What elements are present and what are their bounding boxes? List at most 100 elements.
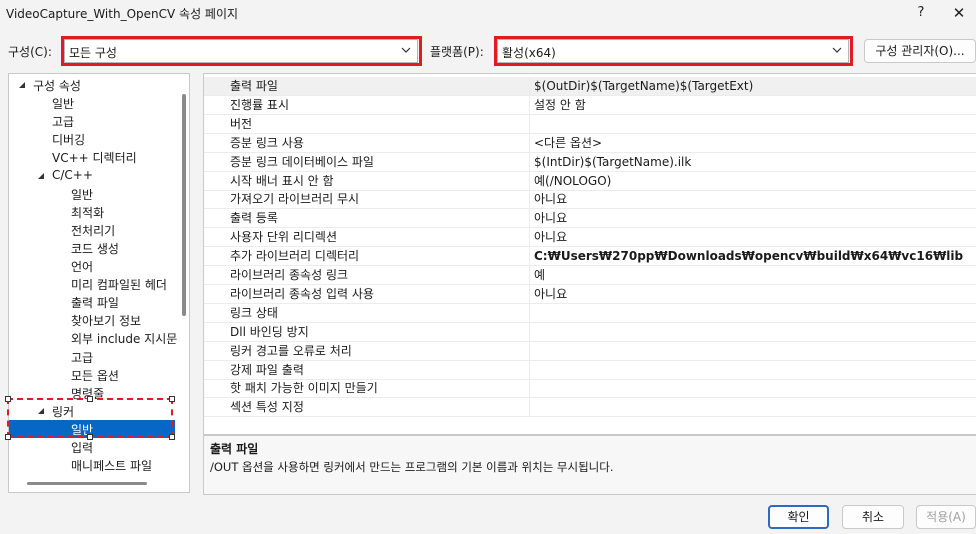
tree-item-label: 출력 파일 bbox=[71, 296, 119, 311]
tree-item-label: 고급 bbox=[52, 115, 75, 130]
property-value[interactable] bbox=[530, 361, 976, 380]
description-panel: 출력 파일 /OUT 옵션을 사용하면 링커에서 만드는 프로그램의 기본 이름… bbox=[203, 435, 976, 495]
tree-item[interactable]: 입력 bbox=[9, 438, 175, 456]
tree-item-label: 링커 bbox=[52, 404, 75, 419]
tree-item[interactable]: VC++ 디렉터리 bbox=[9, 148, 175, 166]
property-value[interactable] bbox=[530, 379, 976, 399]
expand-arrow-icon[interactable] bbox=[36, 406, 46, 416]
property-value[interactable]: C:₩Users₩270pp₩Downloads₩opencv₩build₩x6… bbox=[530, 247, 976, 267]
tree-item-label: 명령줄 bbox=[71, 386, 105, 401]
property-row[interactable]: 라이브러리 종속성 링크 예 bbox=[204, 266, 976, 285]
property-row[interactable]: 증분 링크 데이터베이스 파일 $(IntDir)$(TargetName).il… bbox=[204, 152, 976, 172]
tree-item[interactable]: 디버깅 bbox=[9, 130, 175, 148]
tree-item[interactable]: 링커 bbox=[9, 402, 175, 420]
property-row[interactable]: 증분 링크 사용 <다른 옵션> bbox=[204, 133, 976, 153]
property-row[interactable]: 링커 경고를 오류로 처리 bbox=[204, 341, 976, 361]
tree-item[interactable]: 구성 속성 bbox=[9, 76, 175, 94]
property-value[interactable] bbox=[530, 342, 976, 361]
property-name: 핫 패치 가능한 이미지 만들기 bbox=[204, 379, 530, 399]
property-row[interactable]: 링크 상태 bbox=[204, 303, 976, 323]
property-row[interactable]: 섹션 특성 지정 bbox=[204, 398, 976, 418]
close-button[interactable]: ✕ bbox=[946, 2, 972, 24]
tree-item[interactable]: 고급 bbox=[9, 348, 175, 366]
property-value[interactable]: $(IntDir)$(TargetName).ilk bbox=[530, 153, 976, 172]
property-value[interactable]: 아니요 bbox=[530, 228, 976, 248]
title-bar: VideoCapture_With_OpenCV 속성 페이지 ? ✕ bbox=[0, 0, 976, 26]
tree-item[interactable]: 외부 include 지시문 bbox=[9, 329, 178, 347]
help-button[interactable]: ? bbox=[908, 2, 934, 24]
configuration-dropdown[interactable]: 모든 구성 bbox=[64, 39, 418, 63]
tree-item[interactable]: 미리 컴파일된 헤더 bbox=[9, 275, 175, 293]
tree-item-label: 미리 컴파일된 헤더 bbox=[71, 278, 167, 293]
property-value[interactable]: 아니요 bbox=[530, 209, 976, 229]
platform-value: 활성(x64) bbox=[502, 46, 556, 60]
property-name: 라이브러리 종속성 입력 사용 bbox=[204, 284, 530, 304]
tree-item[interactable]: C/C++ bbox=[9, 167, 175, 185]
tree-item-label: 구성 속성 bbox=[33, 79, 81, 93]
expand-arrow-icon[interactable] bbox=[36, 171, 46, 181]
property-value[interactable]: 예(/NOLOGO) bbox=[530, 172, 976, 191]
property-row[interactable]: 가져오기 라이브러리 무시 아니요 bbox=[204, 190, 976, 210]
property-name: Dll 바인딩 방지 bbox=[204, 322, 530, 342]
tree-horizontal-scrollbar[interactable] bbox=[27, 482, 147, 485]
chevron-down-icon bbox=[401, 47, 411, 53]
tree-item[interactable]: 고급 bbox=[9, 112, 175, 130]
tree-item[interactable]: 매니페스트 파일 bbox=[9, 456, 175, 474]
property-name: 사용자 단위 리디렉션 bbox=[204, 228, 530, 248]
property-row[interactable]: 사용자 단위 리디렉션 아니요 bbox=[204, 228, 976, 248]
tree-item[interactable]: 언어 bbox=[9, 257, 175, 275]
tree-item[interactable]: 일반 bbox=[9, 94, 175, 112]
property-row[interactable]: 핫 패치 가능한 이미지 만들기 bbox=[204, 379, 976, 399]
configuration-label: 구성(C): bbox=[8, 45, 52, 59]
property-row[interactable]: 진행률 표시 설정 안 함 bbox=[204, 95, 976, 115]
tree-item-label: 입력 bbox=[71, 441, 94, 455]
property-value[interactable] bbox=[530, 323, 976, 342]
property-value[interactable]: 아니요 bbox=[530, 285, 976, 304]
property-grid[interactable]: 출력 파일 $(OutDir)$(TargetName)$(TargetExt) 진… bbox=[203, 73, 976, 435]
tree-item[interactable]: 일반 bbox=[9, 185, 175, 203]
property-row[interactable]: 버전 bbox=[204, 114, 976, 134]
tree-item-label: C/C++ bbox=[52, 167, 93, 182]
property-row[interactable]: 추가 라이브러리 디렉터리 C:₩Users₩270pp₩Downloads₩op… bbox=[204, 247, 976, 267]
tree-item[interactable]: 최적화 bbox=[9, 203, 175, 221]
apply-button[interactable]: 적용(A) bbox=[916, 505, 976, 529]
tree-item-label: 외부 include 지시문 bbox=[71, 332, 178, 347]
property-row[interactable]: 시작 배너 표시 안 함 예(/NOLOGO) bbox=[204, 171, 976, 191]
property-tree[interactable]: 구성 속성 일반 고급 디버깅 VC++ 디렉터리 C/C++ 일반 최적화 전처리기 코드 생성… bbox=[8, 73, 190, 493]
expand-arrow-icon[interactable] bbox=[17, 80, 27, 90]
tree-item-label: 언어 bbox=[71, 260, 94, 274]
tree-item[interactable]: 코드 생성 bbox=[9, 239, 175, 257]
tree-item[interactable]: 모든 옵션 bbox=[9, 366, 175, 384]
tree-item-label: 전처리기 bbox=[71, 223, 116, 238]
property-value[interactable]: <다른 옵션> bbox=[530, 134, 976, 153]
tree-item[interactable]: 명령줄 bbox=[9, 384, 175, 402]
tree-vertical-scrollbar[interactable] bbox=[182, 94, 186, 316]
tree-item[interactable]: 출력 파일 bbox=[9, 293, 175, 311]
property-name: 가져오기 라이브러리 무시 bbox=[204, 190, 530, 210]
property-value[interactable] bbox=[530, 115, 976, 134]
property-name: 시작 배너 표시 안 함 bbox=[204, 171, 530, 191]
property-value[interactable]: 예 bbox=[530, 266, 976, 285]
ok-button[interactable]: 확인 bbox=[768, 505, 829, 529]
tree-item[interactable]: 전처리기 bbox=[9, 221, 175, 239]
property-row[interactable]: 출력 파일 $(OutDir)$(TargetName)$(TargetExt) bbox=[204, 77, 976, 96]
cancel-button[interactable]: 취소 bbox=[842, 505, 904, 529]
tree-item[interactable]: 찾아보기 정보 bbox=[9, 311, 175, 329]
property-name: 링커 경고를 오류로 처리 bbox=[204, 341, 530, 361]
property-row[interactable]: 강제 파일 출력 bbox=[204, 360, 976, 380]
property-value[interactable] bbox=[530, 398, 976, 418]
property-row[interactable]: 출력 등록 아니요 bbox=[204, 209, 976, 229]
platform-dropdown[interactable]: 활성(x64) bbox=[497, 39, 849, 63]
tree-item[interactable]: 일반 bbox=[9, 419, 175, 438]
property-value[interactable]: 설정 안 함 bbox=[530, 96, 976, 115]
property-row[interactable]: 라이브러리 종속성 입력 사용 아니요 bbox=[204, 284, 976, 304]
property-value[interactable]: $(OutDir)$(TargetName)$(TargetExt) bbox=[530, 77, 976, 96]
property-name: 진행률 표시 bbox=[204, 95, 530, 115]
property-value[interactable]: 아니요 bbox=[530, 190, 976, 210]
property-name: 링크 상태 bbox=[204, 303, 530, 323]
tree-item-label: 일반 bbox=[71, 187, 94, 202]
description-title: 출력 파일 bbox=[210, 442, 259, 456]
property-value[interactable] bbox=[530, 304, 976, 323]
configuration-manager-button[interactable]: 구성 관리자(O)... bbox=[864, 39, 976, 63]
property-row[interactable]: Dll 바인딩 방지 bbox=[204, 322, 976, 342]
